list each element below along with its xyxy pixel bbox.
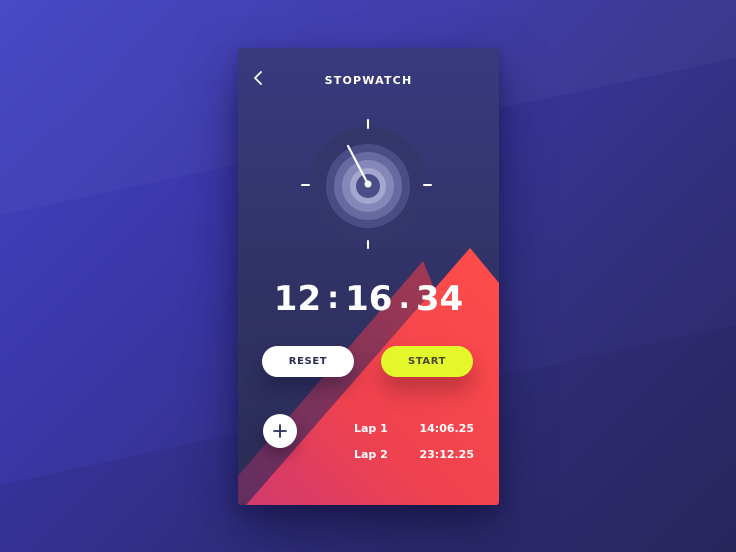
lap-label: Lap 1 — [354, 422, 388, 435]
lap-list: Lap 1 14:06.25 Lap 2 23:12.25 — [348, 422, 474, 474]
elapsed-time: 12:16. 34 — [238, 279, 499, 319]
lap-row: Lap 2 23:12.25 — [348, 448, 474, 474]
lap-time: 14:06.25 — [419, 422, 474, 435]
lap-label: Lap 2 — [354, 448, 388, 461]
stopwatch-dial-icon — [301, 119, 432, 249]
start-button[interactable]: START — [381, 346, 473, 377]
time-minutes: 16 — [345, 279, 393, 319]
stopwatch-screen: STOPWATCH 12:16. 34 RESET START Lap 1 14:… — [238, 48, 499, 505]
time-seconds: 34 — [415, 279, 464, 319]
plus-icon — [273, 424, 287, 438]
page-title: STOPWATCH — [324, 74, 413, 87]
lap-time: 23:12.25 — [419, 448, 474, 461]
time-hours: 12 — [273, 279, 322, 319]
time-separator-dot: . — [398, 281, 410, 316]
lap-row: Lap 1 14:06.25 — [348, 422, 474, 448]
reset-button[interactable]: RESET — [262, 346, 354, 377]
add-lap-button[interactable] — [263, 414, 297, 448]
time-separator-colon: : — [327, 281, 340, 316]
